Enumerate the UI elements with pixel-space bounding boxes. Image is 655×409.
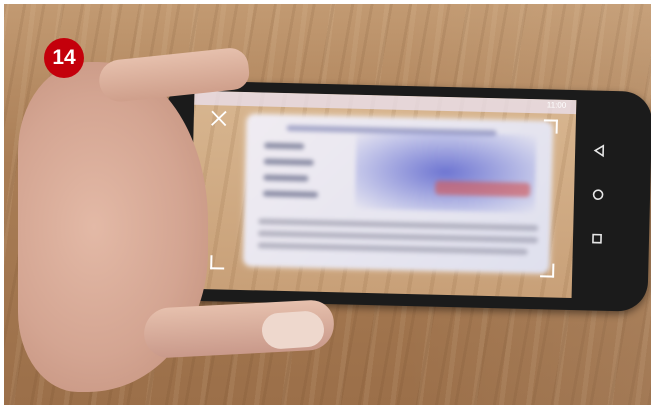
back-triangle-icon[interactable]: [589, 140, 609, 160]
thumb-nail: [260, 309, 326, 351]
card-text-line: [257, 242, 528, 255]
android-nav-bar: [576, 120, 620, 281]
card-field-label: [264, 142, 305, 150]
scan-frame-corner-top-right: [543, 119, 558, 134]
phone-screen: 11:00: [189, 90, 577, 299]
status-time: 11:00: [546, 100, 567, 110]
step-number-badge: 14: [44, 38, 84, 78]
photo-background: 11:00: [4, 4, 651, 405]
card-text-line: [257, 230, 539, 244]
card-photo-area: [354, 130, 537, 214]
recents-square-icon[interactable]: [587, 228, 607, 248]
id-card-blurred: [243, 114, 553, 274]
smartphone: 11:00: [161, 80, 651, 312]
card-text-line: [258, 218, 539, 232]
scan-frame-corner-bottom-right: [540, 263, 555, 278]
card-red-stripe: [435, 180, 531, 198]
home-circle-icon[interactable]: [588, 184, 608, 204]
card-field-label: [263, 174, 309, 182]
scan-frame-corner-bottom-left: [210, 255, 225, 270]
close-icon[interactable]: [210, 109, 228, 127]
status-bar: 11:00: [194, 90, 577, 115]
card-field-label: [263, 158, 314, 166]
card-field-label: [262, 190, 319, 198]
